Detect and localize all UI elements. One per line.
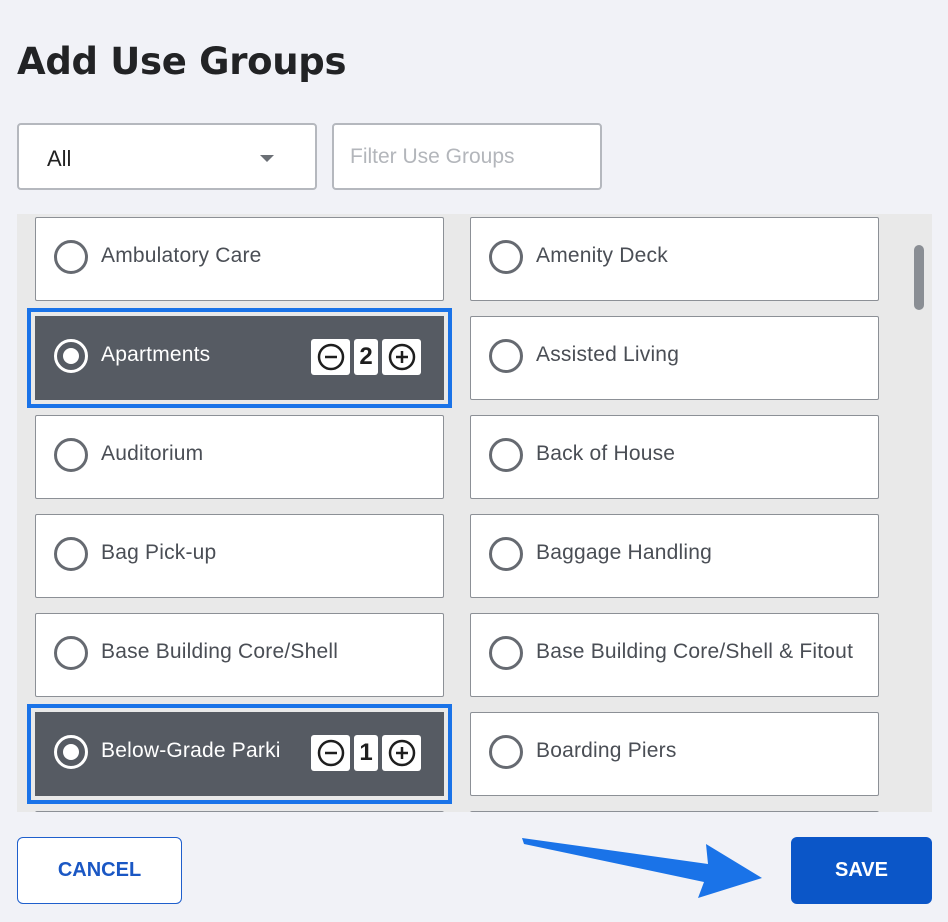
use-group-card[interactable]: Amenity Deck <box>470 217 879 301</box>
radio-button[interactable] <box>54 537 88 571</box>
use-group-label: Assisted Living <box>536 343 680 366</box>
use-group-label: Ambulatory Care <box>101 244 262 267</box>
use-group-card[interactable]: Base Building Core/Shell & Fitout <box>470 613 879 697</box>
use-group-card-partial[interactable] <box>35 811 444 812</box>
use-group-label: Back of House <box>536 442 676 465</box>
use-group-label: Base Building Core/Shell & Fitout <box>536 640 854 663</box>
save-button[interactable]: SAVE <box>791 837 932 904</box>
use-group-label: Apartments <box>101 343 211 366</box>
radio-button-checked[interactable] <box>54 735 88 769</box>
radio-button[interactable] <box>54 240 88 274</box>
radio-button[interactable] <box>54 438 88 472</box>
minus-circle-icon <box>317 343 344 371</box>
use-group-list[interactable]: Ambulatory Care Amenity Deck Apartments … <box>17 214 932 812</box>
radio-button[interactable] <box>489 636 523 670</box>
quantity-value: 2 <box>354 339 378 375</box>
use-group-card[interactable]: Bag Pick-up <box>35 514 444 598</box>
radio-button[interactable] <box>489 438 523 472</box>
quantity-stepper: 1 <box>311 735 421 771</box>
use-group-label: Boarding Piers <box>536 739 677 762</box>
increment-button[interactable] <box>382 339 421 375</box>
category-select-value: All <box>47 145 72 171</box>
minus-circle-icon <box>317 739 344 767</box>
use-group-card[interactable]: Assisted Living <box>470 316 879 400</box>
use-group-card[interactable]: Baggage Handling <box>470 514 879 598</box>
increment-button[interactable] <box>382 735 421 771</box>
radio-button[interactable] <box>54 636 88 670</box>
decrement-button[interactable] <box>311 735 350 771</box>
use-group-card[interactable]: Boarding Piers <box>470 712 879 796</box>
use-group-label: Base Building Core/Shell <box>101 640 339 663</box>
use-group-card-selected[interactable]: Apartments 2 <box>27 308 452 408</box>
use-group-card[interactable]: Back of House <box>470 415 879 499</box>
add-use-groups-dialog: Add Use Groups All Ambulatory Care Ameni… <box>0 0 948 922</box>
radio-button[interactable] <box>489 240 523 274</box>
scrollbar-thumb[interactable] <box>914 245 924 310</box>
use-group-label: Baggage Handling <box>536 541 713 564</box>
use-group-card[interactable]: Ambulatory Care <box>35 217 444 301</box>
cancel-button[interactable]: CANCEL <box>17 837 182 904</box>
plus-circle-icon <box>388 343 415 371</box>
use-group-label: Amenity Deck <box>536 244 668 267</box>
use-group-card[interactable]: Base Building Core/Shell <box>35 613 444 697</box>
arrow-right-icon <box>522 838 762 898</box>
quantity-stepper: 2 <box>311 339 421 375</box>
chevron-down-icon <box>260 155 274 162</box>
use-group-label: Below-Grade Parki <box>101 739 281 762</box>
use-group-card-selected[interactable]: Below-Grade Parki 1 <box>27 704 452 804</box>
radio-button[interactable] <box>489 339 523 373</box>
radio-button[interactable] <box>489 537 523 571</box>
dialog-title: Add Use Groups <box>17 40 347 83</box>
quantity-value: 1 <box>354 735 378 771</box>
radio-button[interactable] <box>489 735 523 769</box>
use-group-card-partial[interactable] <box>470 811 879 812</box>
use-group-label: Bag Pick-up <box>101 541 217 564</box>
decrement-button[interactable] <box>311 339 350 375</box>
radio-button-checked[interactable] <box>54 339 88 373</box>
category-select[interactable]: All <box>17 123 317 190</box>
plus-circle-icon <box>388 739 415 767</box>
filter-use-groups-input[interactable] <box>332 123 602 190</box>
use-group-label: Auditorium <box>101 442 204 465</box>
use-group-card[interactable]: Auditorium <box>35 415 444 499</box>
